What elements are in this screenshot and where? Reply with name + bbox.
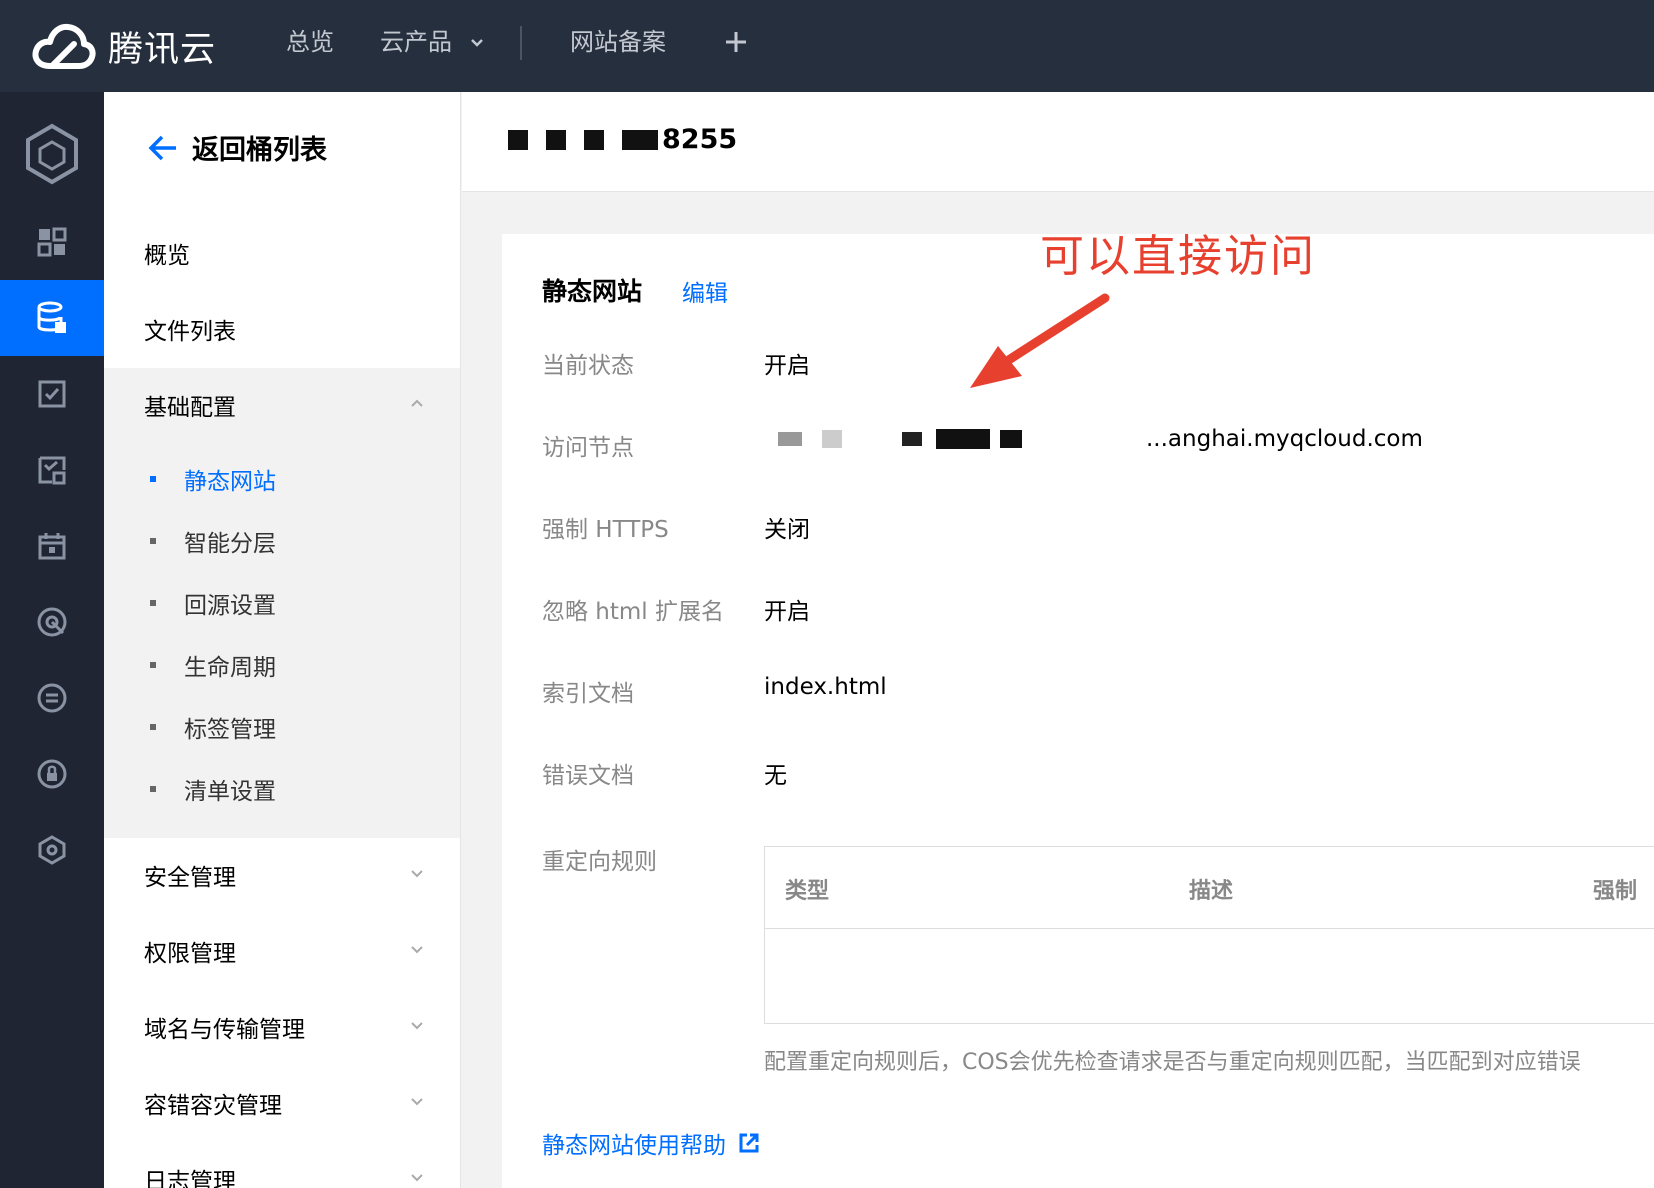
annotation-arrow-icon [970, 293, 1110, 388]
column-header-description: 描述 [1189, 879, 1234, 904]
bucket-header: 8255 [462, 92, 1654, 192]
grid-icon[interactable] [0, 204, 104, 280]
field-label-endpoint: 访问节点 [542, 435, 634, 461]
nav-overview[interactable]: 总览 [286, 26, 334, 58]
lock-circle-icon[interactable] [0, 736, 104, 812]
redacted-block [1000, 430, 1022, 448]
target-icon[interactable] [0, 584, 104, 660]
bucket-menu: 返回桶列表 概览 文件列表 基础配置 静态网站 智能分层 回源设置 生命周期 标… [104, 92, 461, 1188]
submenu-label: 静态网站 [184, 469, 276, 495]
field-value-index-doc: index.html [764, 674, 887, 700]
menu-basic-config[interactable]: 基础配置 [144, 388, 236, 422]
field-label-error-doc: 错误文档 [542, 763, 634, 789]
menu-security[interactable]: 安全管理 [144, 858, 236, 892]
edit-link[interactable]: 编辑 [682, 274, 728, 308]
bucket-name-suffix: 8255 [662, 124, 738, 155]
bullet [150, 600, 156, 606]
cloud-logo-icon [32, 23, 96, 69]
redacted-block [822, 430, 842, 448]
submenu-label: 标签管理 [184, 717, 276, 743]
arrow-left-icon [148, 135, 176, 160]
bullet [150, 724, 156, 730]
menu-file-list[interactable]: 文件列表 [144, 312, 236, 346]
column-header-type: 类型 [785, 879, 830, 904]
chevron-down-icon[interactable] [410, 942, 424, 956]
chevron-down-icon[interactable] [410, 866, 424, 880]
list-circle-icon[interactable] [0, 660, 104, 736]
submenu-label: 清单设置 [184, 779, 276, 805]
field-label-force-https: 强制 HTTPS [542, 517, 669, 543]
field-value-error-doc: 无 [764, 763, 787, 789]
chevron-down-icon[interactable] [410, 1170, 424, 1184]
submenu-lifecycle[interactable]: 生命周期 [150, 648, 276, 682]
redacted-block [546, 129, 566, 150]
top-bar: 腾讯云 总览 云产品 网站备案 [0, 0, 1654, 92]
bucket-name: 8255 [508, 124, 737, 155]
table-header: 类型 描述 强制 [765, 847, 1654, 929]
nav-cloud-products[interactable]: 云产品 [380, 26, 484, 58]
menu-domain-transfer[interactable]: 域名与传输管理 [144, 1010, 305, 1044]
column-header-force: 强制 [1593, 879, 1638, 904]
menu-overview[interactable]: 概览 [144, 236, 190, 270]
nav-divider [520, 26, 522, 60]
bullet [150, 476, 156, 482]
back-label: 返回桶列表 [192, 135, 327, 166]
checklist-icon[interactable] [0, 356, 104, 432]
bullet [150, 786, 156, 792]
bullet [150, 662, 156, 668]
hexagon-icon[interactable] [0, 812, 104, 888]
submenu-label: 回源设置 [184, 593, 276, 619]
redacted-block [508, 129, 528, 150]
brand-name: 腾讯云 [108, 29, 217, 70]
endpoint-text: ...anghai.myqcloud.com [1146, 426, 1423, 452]
submenu-label: 生命周期 [184, 655, 276, 681]
chevron-up-icon[interactable] [410, 396, 424, 410]
chevron-down-icon [470, 39, 483, 47]
field-label-redirect-rules: 重定向规则 [542, 849, 657, 875]
report-icon[interactable] [0, 432, 104, 508]
submenu-label: 智能分层 [184, 531, 276, 557]
redirect-hint-text: 配置重定向规则后，COS会优先检查请求是否与重定向规则匹配，当匹配到对应错误 [764, 1050, 1581, 1075]
annotation-text: 可以直接访问 [1040, 231, 1316, 282]
field-value-endpoint[interactable]: ...anghai.myqcloud.com [764, 426, 1423, 452]
field-label-status: 当前状态 [542, 353, 634, 379]
redacted-block [622, 129, 658, 150]
section-title: 静态网站 [542, 277, 643, 306]
cube-icon[interactable] [0, 106, 104, 202]
submenu-inventory-settings[interactable]: 清单设置 [150, 772, 276, 806]
submenu-origin-settings[interactable]: 回源设置 [150, 586, 276, 620]
bullet [150, 538, 156, 544]
redacted-block [936, 429, 990, 449]
field-label-ignore-html-ext: 忽略 html 扩展名 [542, 599, 725, 625]
help-link-label: 静态网站使用帮助 [542, 1133, 726, 1159]
chevron-down-icon[interactable] [410, 1094, 424, 1108]
plus-icon[interactable] [724, 26, 748, 62]
field-label-index-doc: 索引文档 [542, 681, 634, 707]
submenu-intelligent-tiering[interactable]: 智能分层 [150, 524, 276, 558]
redacted-block [584, 129, 604, 150]
back-to-bucket-list[interactable]: 返回桶列表 [148, 128, 327, 167]
redacted-block [778, 432, 802, 446]
static-website-help-link[interactable]: 静态网站使用帮助 [542, 1126, 760, 1160]
field-value-status: 开启 [764, 353, 810, 379]
calendar-icon[interactable] [0, 508, 104, 584]
submenu-tag-management[interactable]: 标签管理 [150, 710, 276, 744]
submenu-static-website[interactable]: 静态网站 [150, 462, 276, 496]
menu-permission[interactable]: 权限管理 [144, 934, 236, 968]
product-icon-rail [0, 92, 104, 1188]
external-link-icon [739, 1133, 759, 1153]
storage-bucket-icon[interactable] [0, 280, 104, 356]
menu-log[interactable]: 日志管理 [144, 1162, 236, 1188]
redirect-rules-table: 类型 描述 强制 [764, 846, 1654, 1024]
brand-logo[interactable]: 腾讯云 [30, 16, 216, 76]
menu-disaster-recovery[interactable]: 容错容灾管理 [144, 1086, 282, 1120]
chevron-down-icon[interactable] [410, 1018, 424, 1032]
nav-icp-filing[interactable]: 网站备案 [570, 26, 666, 58]
nav-cloud-products-label: 云产品 [380, 28, 452, 56]
field-value-ignore-html-ext: 开启 [764, 599, 810, 625]
redacted-block [902, 432, 922, 446]
field-value-force-https: 关闭 [764, 517, 810, 543]
